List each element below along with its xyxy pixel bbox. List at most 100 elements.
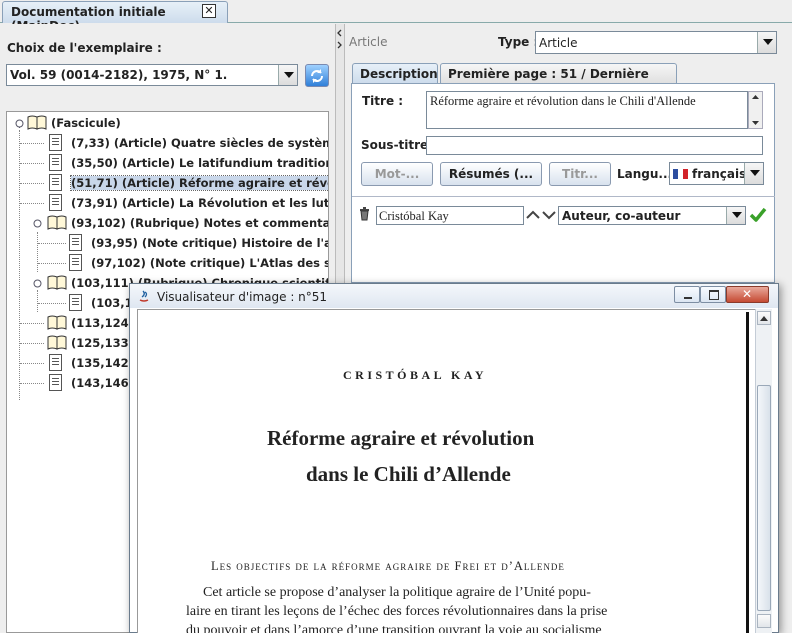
french-flag-icon bbox=[673, 169, 688, 179]
tree-expanded-icon[interactable] bbox=[33, 279, 42, 288]
choix-exemplaire-label: Choix de l'exemplaire : bbox=[7, 41, 162, 55]
tree-item-label: (7,33) (Article) Quatre siècles de systè… bbox=[71, 136, 328, 150]
tree-connector bbox=[20, 343, 44, 344]
tab-close-icon[interactable]: ✕ bbox=[202, 4, 216, 18]
tree-item-label: (103,1 bbox=[91, 296, 133, 310]
author-name-field[interactable]: Cristóbal Kay bbox=[376, 206, 524, 225]
mot-button[interactable]: Mot-... bbox=[361, 162, 433, 186]
volume-select-value: Vol. 59 (0014-2182), 1975, N° 1. bbox=[10, 68, 228, 82]
tree-connector bbox=[38, 243, 66, 244]
langue-label: Langu... bbox=[617, 167, 673, 181]
tab-pages[interactable]: Première page : 51 / Dernière page : 71 bbox=[440, 63, 677, 95]
resumes-button[interactable]: Résumés (... bbox=[440, 162, 542, 186]
tree-connector bbox=[20, 363, 44, 364]
chevron-down-icon[interactable] bbox=[744, 163, 763, 184]
doc-title-line-2: dans le Chili d’Allende bbox=[306, 462, 511, 486]
tree-item-label: (73,91) (Article) La Révolution et les l… bbox=[71, 196, 329, 210]
tree-connector bbox=[20, 143, 44, 144]
tree-item-label: (93,95) (Note critique) Histoire de l'ag… bbox=[91, 236, 328, 250]
tree-item-label: (51,71) (Article) Réforme agraire et rév… bbox=[70, 175, 328, 191]
titre-textarea[interactable]: Réforme agraire et révolution dans le Ch… bbox=[426, 91, 748, 129]
tree-connector bbox=[20, 183, 44, 184]
image-viewer-title: Visualisateur d'image : n°51 bbox=[157, 290, 328, 304]
sous-titre-input[interactable] bbox=[426, 136, 763, 155]
author-role-select[interactable]: Auteur, co-auteur bbox=[558, 206, 746, 225]
titre-label: Titre : bbox=[362, 94, 404, 108]
trash-icon[interactable] bbox=[359, 207, 370, 221]
tree-expanded-icon[interactable] bbox=[15, 119, 24, 128]
tree-item-label: (125,133) bbox=[71, 336, 134, 350]
type-select-value: Article bbox=[539, 36, 578, 50]
scroll-up-icon[interactable] bbox=[757, 311, 771, 325]
doc-paragraph-line: laire en tirant les leçons de l’échec de… bbox=[186, 604, 608, 619]
doc-paragraph-line: Cet article se propose d’analyser la pol… bbox=[203, 585, 591, 600]
tree-connector bbox=[38, 303, 66, 304]
close-window-button[interactable] bbox=[726, 286, 769, 303]
book-icon bbox=[27, 115, 47, 130]
tree-item-selected[interactable]: (51,71) (Article) Réforme agraire et rév… bbox=[7, 173, 328, 193]
tree-connector bbox=[20, 383, 44, 384]
tree-item[interactable]: (7,33) (Article) Quatre siècles de systè… bbox=[7, 133, 328, 153]
book-icon bbox=[47, 315, 67, 330]
document-icon bbox=[69, 234, 82, 251]
tab-maindoc[interactable]: Documentation initiale (MainDoc) bbox=[2, 1, 228, 33]
doc-paragraph-line: du pouvoir et dans l’amorce d’une transi… bbox=[186, 623, 602, 633]
tree-item[interactable]: (Fascicule) bbox=[7, 113, 327, 133]
langue-select[interactable]: français bbox=[669, 162, 764, 185]
book-icon bbox=[47, 215, 67, 230]
document-icon bbox=[49, 134, 62, 151]
minimize-button[interactable] bbox=[674, 286, 700, 303]
document-icon bbox=[49, 374, 62, 391]
document-icon bbox=[49, 354, 62, 371]
refresh-button[interactable] bbox=[305, 64, 329, 87]
tree-connector bbox=[20, 323, 44, 324]
tree-item[interactable]: (73,91) (Article) La Révolution et les l… bbox=[7, 193, 329, 213]
check-icon[interactable] bbox=[749, 206, 767, 224]
tree-item-label: (113,124) bbox=[71, 316, 134, 330]
doc-author: CRISTÓBAL KAY bbox=[343, 368, 488, 382]
tree-item-label: (Fascicule) bbox=[51, 116, 121, 130]
tree-connector bbox=[20, 203, 44, 204]
scroll-thumb[interactable] bbox=[757, 385, 771, 611]
tree-item-label: (93,102) (Rubrique) Notes et commentaire… bbox=[71, 216, 329, 230]
book-icon bbox=[47, 335, 67, 350]
type-select[interactable]: Article bbox=[535, 31, 777, 54]
document-icon bbox=[69, 294, 82, 311]
document-icon bbox=[49, 194, 62, 211]
document-icon bbox=[49, 154, 62, 171]
maximize-button[interactable] bbox=[700, 286, 726, 303]
titre-scrollbar[interactable] bbox=[748, 91, 763, 129]
chevron-down-icon[interactable] bbox=[278, 65, 297, 85]
doc-section-heading: Les objectifs de la réforme agraire de F… bbox=[211, 559, 565, 573]
tree-item[interactable]: (97,102) (Note critique) L'Atlas des str… bbox=[7, 253, 328, 273]
document-icon bbox=[49, 174, 62, 191]
chevron-down-icon[interactable] bbox=[757, 32, 776, 53]
page-edge bbox=[746, 312, 749, 633]
tree-item[interactable]: (93,95) (Note critique) Histoire de l'ag… bbox=[7, 233, 328, 253]
langue-select-value: français bbox=[692, 167, 747, 181]
divider bbox=[352, 196, 775, 197]
splitter-arrows-icon[interactable] bbox=[336, 28, 344, 68]
move-up-icon[interactable] bbox=[526, 209, 540, 221]
tree-expanded-icon[interactable] bbox=[33, 219, 42, 228]
tree-connector bbox=[38, 263, 66, 264]
tree-item[interactable]: (35,50) (Article) Le latifundium traditi… bbox=[7, 153, 328, 173]
move-down-icon[interactable] bbox=[542, 209, 556, 221]
volume-select[interactable]: Vol. 59 (0014-2182), 1975, N° 1. bbox=[6, 64, 298, 86]
viewer-scrollbar[interactable] bbox=[755, 309, 772, 633]
chevron-down-icon[interactable] bbox=[726, 207, 745, 224]
scroll-down-icon[interactable] bbox=[757, 614, 771, 628]
book-icon bbox=[47, 275, 67, 290]
type-label: Type : bbox=[498, 35, 539, 49]
tree-item-label: (35,50) (Article) Le latifundium traditi… bbox=[71, 156, 328, 170]
document-icon bbox=[69, 254, 82, 271]
tree-connector bbox=[20, 163, 44, 164]
doc-title-line-1: Réforme agraire et révolution bbox=[267, 426, 535, 450]
tree-item[interactable]: (93,102) (Rubrique) Notes et commentaire… bbox=[7, 213, 329, 233]
refresh-icon bbox=[311, 69, 323, 83]
tree-item-label: (143,146) bbox=[71, 376, 134, 390]
java-app-icon bbox=[139, 290, 149, 302]
panel-header-label: Article bbox=[349, 35, 388, 49]
titr-button[interactable]: Titr... bbox=[549, 162, 611, 186]
tab-description[interactable]: Description bbox=[352, 63, 438, 83]
